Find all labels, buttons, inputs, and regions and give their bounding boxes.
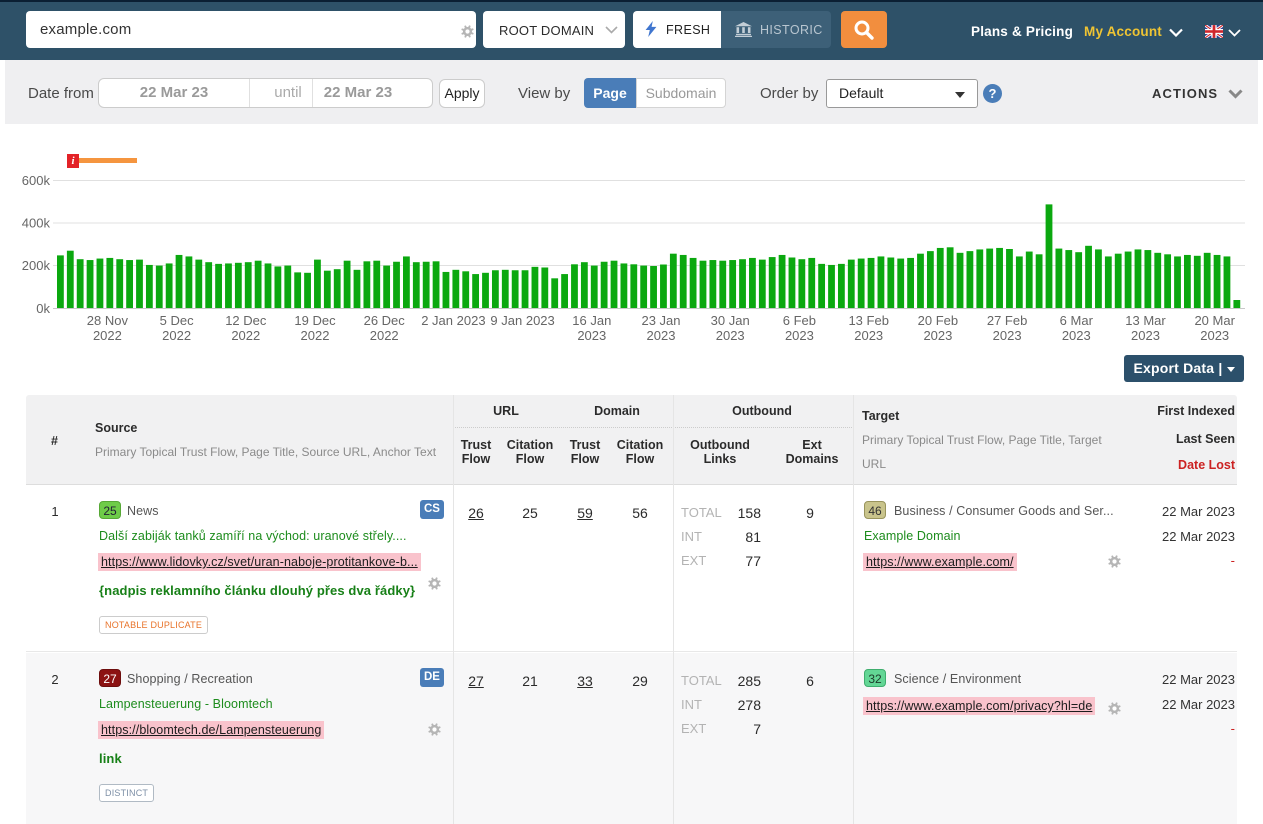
svg-text:2023: 2023 bbox=[1200, 328, 1229, 343]
svg-text:13 Feb: 13 Feb bbox=[848, 313, 888, 328]
svg-text:6 Mar: 6 Mar bbox=[1060, 313, 1094, 328]
svg-text:9 Jan 2023: 9 Jan 2023 bbox=[490, 313, 554, 328]
svg-text:600k: 600k bbox=[22, 173, 51, 188]
svg-text:2023: 2023 bbox=[716, 328, 745, 343]
svg-text:12 Dec: 12 Dec bbox=[225, 313, 267, 328]
svg-text:2022: 2022 bbox=[301, 328, 330, 343]
svg-text:400k: 400k bbox=[22, 216, 51, 231]
svg-text:28 Nov: 28 Nov bbox=[87, 313, 129, 328]
svg-text:2023: 2023 bbox=[1131, 328, 1160, 343]
svg-text:2023: 2023 bbox=[854, 328, 883, 343]
svg-text:20 Feb: 20 Feb bbox=[918, 313, 958, 328]
svg-text:2023: 2023 bbox=[647, 328, 676, 343]
svg-text:2023: 2023 bbox=[785, 328, 814, 343]
svg-text:2022: 2022 bbox=[93, 328, 122, 343]
svg-text:30 Jan: 30 Jan bbox=[711, 313, 750, 328]
svg-text:27 Feb: 27 Feb bbox=[987, 313, 1027, 328]
svg-text:26 Dec: 26 Dec bbox=[364, 313, 406, 328]
svg-text:2023: 2023 bbox=[993, 328, 1022, 343]
svg-text:16 Jan: 16 Jan bbox=[572, 313, 611, 328]
svg-text:13 Mar: 13 Mar bbox=[1125, 313, 1166, 328]
svg-text:23 Jan: 23 Jan bbox=[641, 313, 680, 328]
svg-text:19 Dec: 19 Dec bbox=[294, 313, 336, 328]
svg-text:6 Feb: 6 Feb bbox=[783, 313, 816, 328]
svg-text:2022: 2022 bbox=[231, 328, 260, 343]
svg-text:2 Jan 2023: 2 Jan 2023 bbox=[421, 313, 485, 328]
svg-text:0k: 0k bbox=[36, 301, 50, 316]
svg-text:2022: 2022 bbox=[370, 328, 399, 343]
svg-text:2023: 2023 bbox=[577, 328, 606, 343]
svg-text:5 Dec: 5 Dec bbox=[160, 313, 194, 328]
svg-text:2023: 2023 bbox=[923, 328, 952, 343]
svg-text:2023: 2023 bbox=[1062, 328, 1091, 343]
svg-text:2022: 2022 bbox=[162, 328, 191, 343]
svg-text:20 Mar: 20 Mar bbox=[1194, 313, 1235, 328]
svg-text:200k: 200k bbox=[22, 258, 51, 273]
